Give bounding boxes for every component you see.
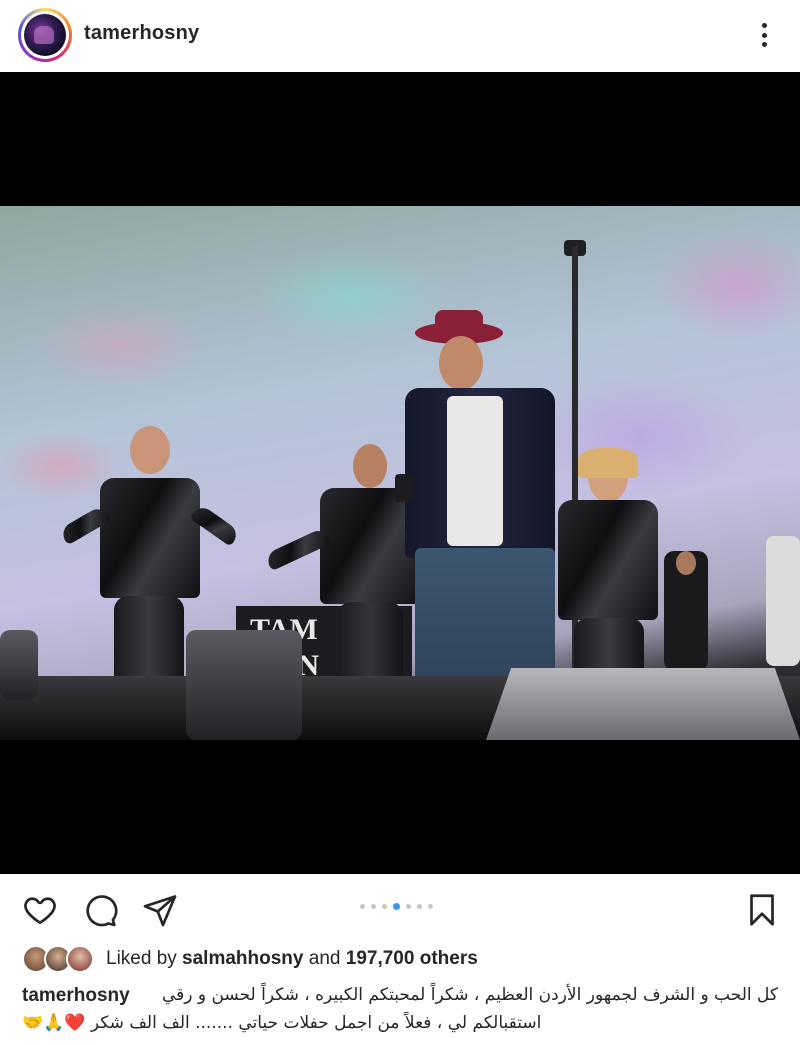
carousel-indicator	[360, 903, 433, 910]
likes-text: Liked by salmahhosny and 197,700 others	[106, 948, 478, 969]
carousel-dot	[417, 904, 422, 909]
carousel-dot	[428, 904, 433, 909]
carousel-dot	[406, 904, 411, 909]
caption-username[interactable]: tamerhosny	[22, 982, 130, 1009]
caption-line-1: كل الحب و الشرف لجمهور الأردن العظيم ، ش…	[161, 985, 778, 1005]
more-vertical-icon[interactable]	[750, 18, 778, 52]
profile-avatar[interactable]	[18, 8, 72, 62]
likes-count[interactable]: 197,700 others	[346, 948, 478, 969]
post-actions	[0, 874, 800, 940]
comment-bubble-icon[interactable]	[82, 892, 118, 928]
liker-avatars	[22, 945, 98, 973]
concert-photo: TAM OSN	[0, 206, 800, 740]
liker-username[interactable]: salmahhosny	[182, 948, 303, 969]
bookmark-icon[interactable]	[744, 892, 780, 928]
post-media[interactable]: TAM OSN	[0, 72, 800, 874]
carousel-dot	[371, 904, 376, 909]
post-username[interactable]: tamerhosny	[84, 22, 199, 45]
caption-line-2: استقبالكم لي ، فعلاً من اجمل حفلات حياتي…	[22, 1013, 542, 1033]
carousel-dot-active	[393, 903, 400, 910]
heart-outline-icon[interactable]	[22, 892, 58, 928]
post-header: tamerhosny	[0, 0, 800, 72]
likes-row[interactable]: Liked by salmahhosny and 197,700 others	[22, 944, 478, 974]
carousel-dot	[382, 904, 387, 909]
paper-plane-icon[interactable]	[142, 892, 178, 928]
carousel-dot	[360, 904, 365, 909]
